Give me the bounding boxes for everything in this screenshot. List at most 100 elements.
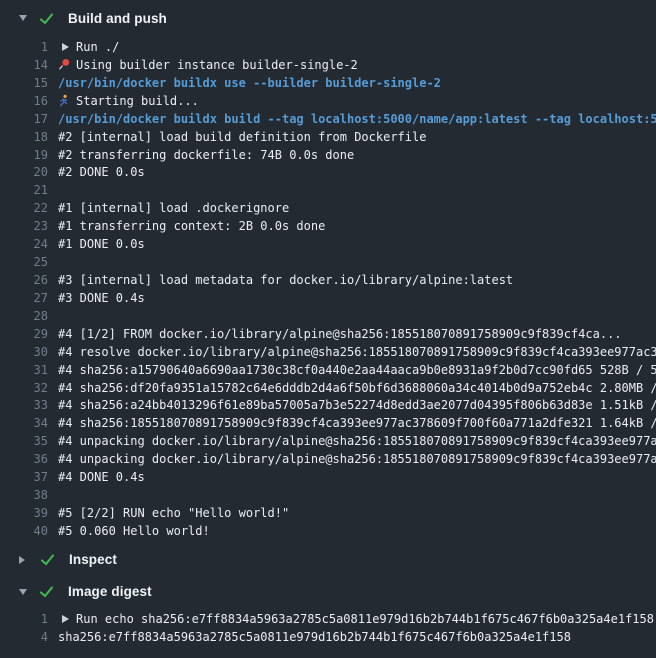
line-number[interactable]: 31 <box>0 362 48 380</box>
section-header-inspect[interactable]: Inspect <box>0 544 656 576</box>
log-text: #2 transferring dockerfile: 74B 0.0s don… <box>48 147 354 165</box>
log-command-text: /usr/bin/docker buildx build --tag local… <box>48 111 656 129</box>
line-number[interactable]: 23 <box>0 218 48 236</box>
section-title: Inspect <box>69 552 117 567</box>
log-body: 1Run ./14Using builder instance builder-… <box>0 36 656 544</box>
line-number[interactable]: 27 <box>0 290 48 308</box>
line-number[interactable]: 40 <box>0 523 48 541</box>
chevron-right-icon[interactable] <box>19 556 25 564</box>
log-line: 28 <box>0 308 656 326</box>
line-number[interactable]: 1 <box>0 39 48 57</box>
log-text: #1 transferring context: 2B 0.0s done <box>48 218 325 236</box>
actions-log-viewer: Build and push 1Run ./14Using builder in… <box>0 0 656 658</box>
log-line: 32#4 sha256:df20fa9351a15782c64e6dddb2d4… <box>0 380 656 398</box>
log-line: 25 <box>0 254 656 272</box>
log-line: 38 <box>0 487 656 505</box>
log-line: 30#4 resolve docker.io/library/alpine@sh… <box>0 344 656 362</box>
line-number[interactable]: 17 <box>0 111 48 129</box>
line-number[interactable]: 4 <box>0 629 48 647</box>
line-number[interactable]: 38 <box>0 487 48 505</box>
log-text <box>48 487 58 505</box>
log-body: 1Run echo sha256:e7ff8834a5963a2785c5a08… <box>0 608 656 650</box>
log-line: 4sha256:e7ff8834a5963a2785c5a0811e979d16… <box>0 629 656 647</box>
line-number[interactable]: 35 <box>0 433 48 451</box>
line-number[interactable]: 24 <box>0 236 48 254</box>
log-line: 26#3 [internal] load metadata for docker… <box>0 272 656 290</box>
chevron-down-icon[interactable] <box>19 15 27 21</box>
line-number[interactable]: 25 <box>0 254 48 272</box>
log-line: 34#4 sha256:185518070891758909c9f839cf4c… <box>0 415 656 433</box>
line-number[interactable]: 18 <box>0 129 48 147</box>
section-header-build-and-push[interactable]: Build and push <box>0 0 656 36</box>
check-icon <box>40 552 55 567</box>
chevron-down-icon[interactable] <box>19 589 27 595</box>
log-text: #4 sha256:df20fa9351a15782c64e6dddb2d4a6… <box>48 380 656 398</box>
log-line: 33#4 sha256:a24bb4013296f61e89ba57005a7b… <box>0 397 656 415</box>
play-icon[interactable] <box>62 43 69 51</box>
line-number[interactable]: 19 <box>0 147 48 165</box>
log-line: 40#5 0.060 Hello world! <box>0 523 656 541</box>
log-text <box>48 308 58 326</box>
log-text[interactable]: Run echo sha256:e7ff8834a5963a2785c5a081… <box>48 611 654 629</box>
line-number[interactable]: 29 <box>0 326 48 344</box>
line-number[interactable]: 14 <box>0 57 48 75</box>
log-line: 20#2 DONE 0.0s <box>0 164 656 182</box>
line-number[interactable]: 1 <box>0 611 48 629</box>
log-line: 17/usr/bin/docker buildx build --tag loc… <box>0 111 656 129</box>
log-text[interactable]: Run ./ <box>48 39 119 57</box>
line-number[interactable]: 21 <box>0 182 48 200</box>
log-text <box>48 182 58 200</box>
section-image-digest: Image digest 1Run echo sha256:e7ff8834a5… <box>0 576 656 650</box>
line-number[interactable]: 32 <box>0 380 48 398</box>
log-line: 37#4 DONE 0.4s <box>0 469 656 487</box>
log-line: 31#4 sha256:a15790640a6690aa1730c38cf0a4… <box>0 362 656 380</box>
log-line: 18#2 [internal] load build definition fr… <box>0 129 656 147</box>
log-text: #2 [internal] load build definition from… <box>48 129 426 147</box>
log-text: Using builder instance builder-single-2 <box>48 57 358 75</box>
log-text: #5 [2/2] RUN echo "Hello world!" <box>48 505 289 523</box>
log-text: #4 [1/2] FROM docker.io/library/alpine@s… <box>48 326 622 344</box>
log-text: #3 [internal] load metadata for docker.i… <box>48 272 513 290</box>
line-number[interactable]: 30 <box>0 344 48 362</box>
check-icon <box>39 584 54 599</box>
play-icon[interactable] <box>62 615 69 623</box>
log-text: #4 sha256:a15790640a6690aa1730c38cf0a440… <box>48 362 656 380</box>
log-line: 21 <box>0 182 656 200</box>
line-number[interactable]: 26 <box>0 272 48 290</box>
log-command-text: /usr/bin/docker buildx use --builder bui… <box>48 75 441 93</box>
line-number[interactable]: 33 <box>0 397 48 415</box>
check-icon <box>39 11 54 26</box>
log-text: #4 sha256:a24bb4013296f61e89ba57005a7b3e… <box>48 397 656 415</box>
log-line: 22#1 [internal] load .dockerignore <box>0 200 656 218</box>
log-text: #2 DONE 0.0s <box>48 164 145 182</box>
log-text: #5 0.060 Hello world! <box>48 523 210 541</box>
section-header-image-digest[interactable]: Image digest <box>0 576 656 608</box>
log-text: #3 DONE 0.4s <box>48 290 145 308</box>
log-text: #1 DONE 0.0s <box>48 236 145 254</box>
log-text: #4 sha256:185518070891758909c9f839cf4ca3… <box>48 415 656 433</box>
log-line: 14Using builder instance builder-single-… <box>0 57 656 75</box>
log-text: #4 DONE 0.4s <box>48 469 145 487</box>
section-build-and-push: Build and push 1Run ./14Using builder in… <box>0 0 656 544</box>
log-line: 24#1 DONE 0.0s <box>0 236 656 254</box>
line-number[interactable]: 16 <box>0 93 48 111</box>
line-number[interactable]: 37 <box>0 469 48 487</box>
line-number[interactable]: 28 <box>0 308 48 326</box>
line-number[interactable]: 22 <box>0 200 48 218</box>
log-line: 1Run echo sha256:e7ff8834a5963a2785c5a08… <box>0 611 656 629</box>
line-number[interactable]: 36 <box>0 451 48 469</box>
log-line: 23#1 transferring context: 2B 0.0s done <box>0 218 656 236</box>
line-number[interactable]: 15 <box>0 75 48 93</box>
line-number[interactable]: 20 <box>0 164 48 182</box>
line-number[interactable]: 34 <box>0 415 48 433</box>
log-line: 39#5 [2/2] RUN echo "Hello world!" <box>0 505 656 523</box>
log-line: 1Run ./ <box>0 39 656 57</box>
log-line: 15/usr/bin/docker buildx use --builder b… <box>0 75 656 93</box>
line-number[interactable]: 39 <box>0 505 48 523</box>
log-text: sha256:e7ff8834a5963a2785c5a0811e979d16b… <box>48 629 571 647</box>
log-line: 27#3 DONE 0.4s <box>0 290 656 308</box>
runner-icon <box>58 93 71 111</box>
log-text: Starting build... <box>48 93 199 111</box>
log-line: 16Starting build... <box>0 93 656 111</box>
log-text <box>48 254 58 272</box>
